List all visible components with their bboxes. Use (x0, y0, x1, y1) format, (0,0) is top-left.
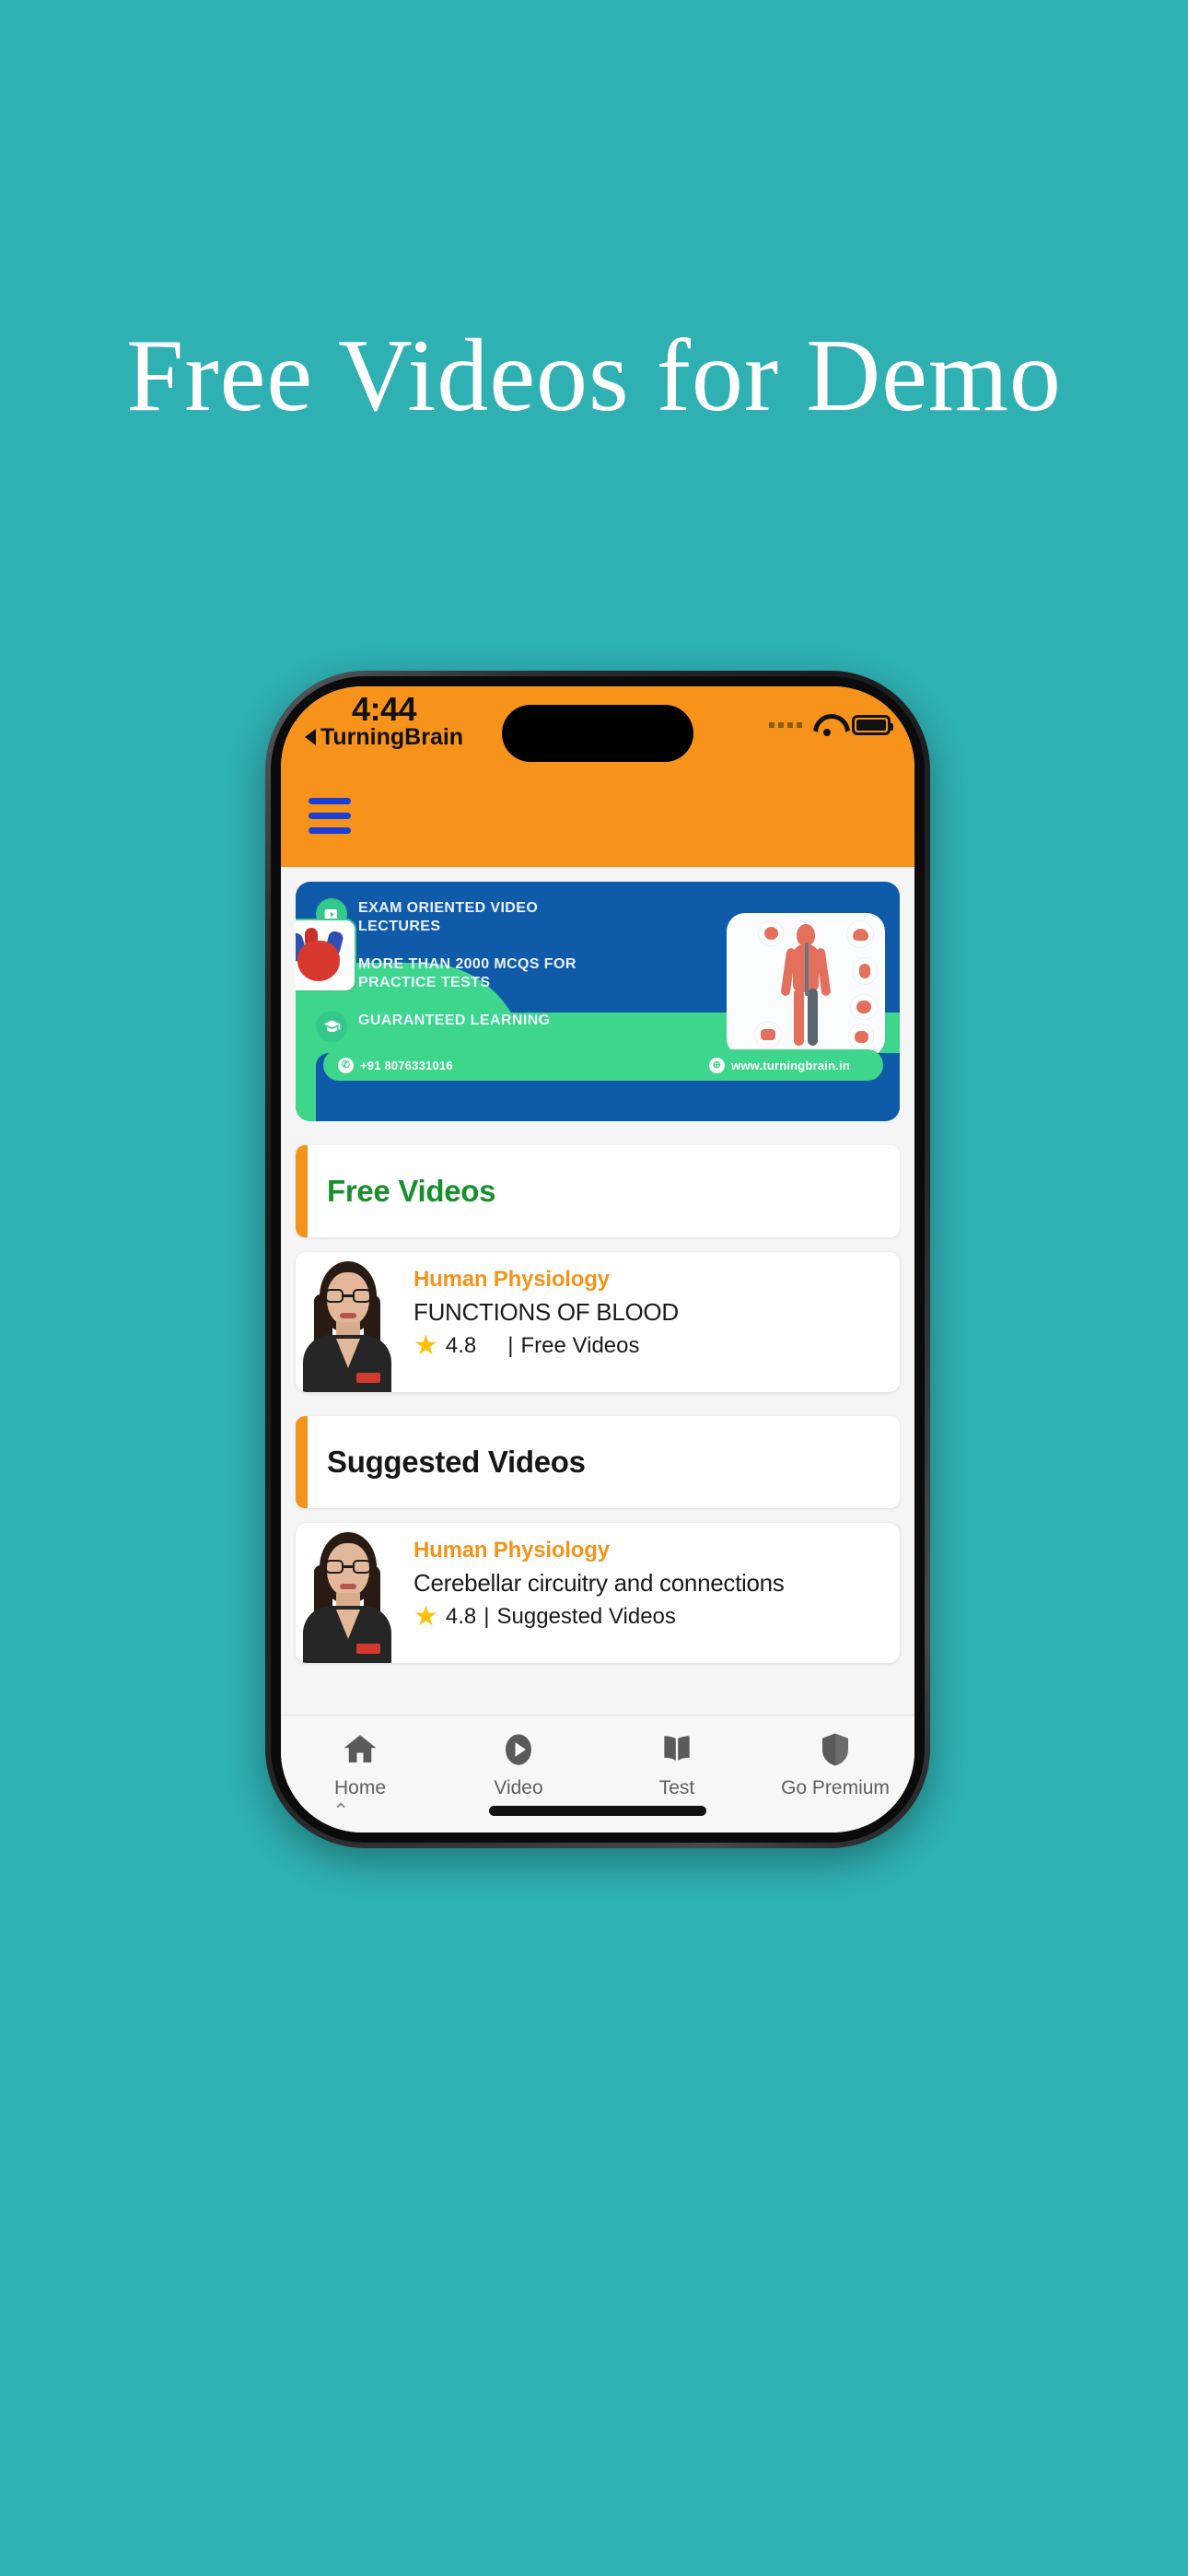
video-category: Human Physiology (413, 1267, 610, 1292)
video-meta-separator: | (483, 1604, 490, 1629)
video-rating: 4.8 (445, 1333, 477, 1358)
liver-organ-icon (848, 1024, 874, 1049)
nav-item-go-premium[interactable]: Go Premium (756, 1730, 914, 1799)
nav-item-home[interactable]: Home (281, 1730, 439, 1799)
human-body-figure (780, 924, 832, 1046)
video-meta: ★ 4.8 | Free Videos (413, 1332, 885, 1360)
intestine-organ-icon (754, 1022, 782, 1048)
play-circle-icon (506, 1734, 531, 1765)
heart-callout-icon (296, 919, 356, 992)
back-caret-icon (305, 728, 316, 745)
phone-icon: ✆ (338, 1057, 354, 1073)
nav-label: Home (333, 1777, 387, 1798)
promo-website-text: www.turningbrain.in (731, 1058, 850, 1072)
nav-label: Go Premium (781, 1777, 890, 1798)
instructor-thumbnail (296, 1252, 399, 1392)
video-card-suggested[interactable]: Human Physiology Cerebellar circuitry an… (296, 1523, 900, 1663)
section-title: Suggested Videos (327, 1445, 586, 1479)
shield-icon (822, 1733, 848, 1766)
back-app-label: TurningBrain (320, 723, 464, 750)
video-tag: Free Videos (520, 1333, 640, 1358)
nav-label: Video (494, 1777, 543, 1798)
promo-feature-text: GUARANTEED LEARNING (358, 1013, 551, 1029)
promo-feature-item: GUARANTEED LEARNING (316, 1011, 611, 1043)
video-meta-separator: | (507, 1333, 514, 1358)
globe-icon: ⊕ (709, 1057, 726, 1073)
kidney-organ-icon (850, 994, 878, 1020)
section-title: Free Videos (327, 1174, 496, 1208)
promo-contact-bar: ✆ +91 8076331016 ⊕ www.turningbrain.in (323, 1049, 883, 1081)
video-rating: 4.8 (445, 1604, 477, 1629)
back-chevron-icon[interactable]: ⌃ (332, 1801, 349, 1821)
brain-organ-icon (846, 920, 874, 948)
promo-feature-item: MORE THAN 2000 MCQS FOR PRACTICE TESTS (316, 954, 611, 991)
star-icon: ★ (413, 1601, 438, 1632)
back-to-app-link[interactable]: TurningBrain (305, 725, 463, 749)
video-card-info: Human Physiology Cerebellar circuitry an… (399, 1523, 900, 1663)
video-title: FUNCTIONS OF BLOOD (413, 1298, 679, 1326)
promo-phone-text: +91 8076331016 (360, 1058, 453, 1072)
stomach-organ-icon (852, 957, 878, 985)
promo-feature-item: EXAM ORIENTED VIDEO LECTURES (316, 898, 611, 935)
nav-label: Test (658, 1777, 695, 1798)
section-header-suggested-videos: Suggested Videos (296, 1416, 900, 1508)
wifi-icon (813, 714, 841, 736)
video-tag: Suggested Videos (496, 1604, 676, 1629)
section-accent-bar (296, 1416, 308, 1508)
video-card-info: Human Physiology FUNCTIONS OF BLOOD ★ 4.… (399, 1252, 900, 1392)
dynamic-island (502, 705, 693, 762)
home-indicator[interactable] (489, 1806, 706, 1816)
phone-screen: 4:44 TurningBrain EXAM ORIENTED VIDEO LE… (281, 686, 914, 1832)
star-icon: ★ (413, 1330, 438, 1361)
video-meta: ★ 4.8 | Suggested Videos (413, 1603, 885, 1631)
video-category: Human Physiology (413, 1538, 610, 1563)
section-accent-bar (296, 1145, 308, 1237)
instructor-thumbnail (296, 1523, 399, 1663)
status-bar-right (769, 714, 893, 736)
status-time: 4:44 (352, 690, 417, 728)
hamburger-menu-icon[interactable] (309, 797, 351, 834)
section-header-free-videos: Free Videos (296, 1145, 900, 1237)
glasses-icon (325, 1560, 371, 1574)
home-icon (344, 1735, 377, 1762)
status-bar-left: 4:44 TurningBrain (305, 692, 463, 749)
nav-item-test[interactable]: Test (598, 1730, 756, 1799)
promo-feature-text: EXAM ORIENTED VIDEO LECTURES (358, 900, 539, 934)
promo-feature-list: EXAM ORIENTED VIDEO LECTURES MORE THAN 2… (316, 898, 611, 1043)
glasses-icon (325, 1289, 371, 1303)
status-bar: 4:44 TurningBrain (281, 686, 914, 764)
battery-full-icon (852, 714, 893, 735)
promo-feature-text: MORE THAN 2000 MCQS FOR PRACTICE TESTS (358, 956, 577, 990)
video-title: Cerebellar circuitry and connections (413, 1569, 785, 1597)
promo-banner[interactable]: EXAM ORIENTED VIDEO LECTURES MORE THAN 2… (296, 882, 900, 1121)
graduation-icon (316, 1011, 347, 1043)
human-anatomy-illustration (727, 913, 885, 1057)
book-icon (664, 1736, 690, 1761)
page-title: Free Videos for Demo (126, 319, 1062, 433)
app-header (281, 764, 914, 867)
promo-phone[interactable]: ✆ +91 8076331016 (338, 1057, 453, 1073)
nav-item-video[interactable]: Video (439, 1730, 598, 1799)
promo-website[interactable]: ⊕ www.turningbrain.in (709, 1057, 850, 1073)
main-content: EXAM ORIENTED VIDEO LECTURES MORE THAN 2… (281, 867, 914, 1715)
video-card-free[interactable]: Human Physiology FUNCTIONS OF BLOOD ★ 4.… (296, 1252, 900, 1392)
phone-device-mockup: 4:44 TurningBrain EXAM ORIENTED VIDEO LE… (265, 671, 930, 1848)
lungs-organ-icon (758, 920, 784, 946)
signal-dots-icon (769, 721, 802, 728)
